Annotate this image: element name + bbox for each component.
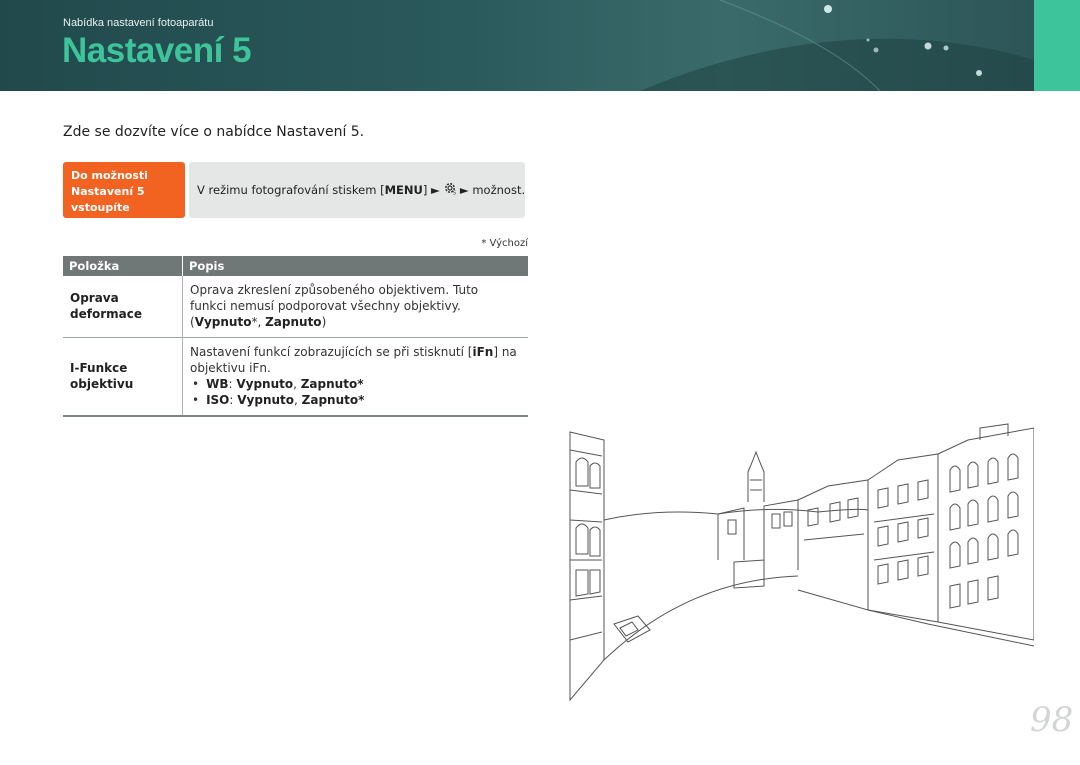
item-name-line1: I-Funkce <box>70 361 128 375</box>
city-street-illustration <box>569 423 1034 702</box>
options-line: (Vypnuto*, Zapnuto) <box>190 315 327 329</box>
access-label-line1: Do možnosti <box>71 169 148 182</box>
access-label-line3: vstoupíte <box>71 201 130 214</box>
page-title: Nastavení 5 <box>62 31 252 70</box>
bullet-item: ISO: Vypnuto, Zapnuto* <box>190 392 520 408</box>
column-header-item: Položka <box>63 256 183 276</box>
menu-key: MENU <box>384 183 423 197</box>
intro-text: Zde se dozvíte více o nabídce Nastavení … <box>63 124 365 140</box>
table-row-description: Nastavení funkcí zobrazujících se při st… <box>182 337 528 417</box>
header-accent-tab <box>1034 0 1080 91</box>
ifn-key: iFn <box>472 345 494 359</box>
table-row: Oprava deformace Oprava zkreslení způsob… <box>63 276 528 338</box>
table-row-description: Oprava zkreslení způsobeného objektivem.… <box>182 276 528 338</box>
desc-line: funkci nemusí podporovat všechny objekti… <box>190 299 461 313</box>
desc-line: objektivu iFn. <box>190 361 271 375</box>
item-name-line2: objektivu <box>70 377 134 391</box>
access-text-prefix: V režimu fotografování stiskem [ <box>197 183 385 197</box>
bullet-item: WB: Vypnuto, Zapnuto* <box>190 376 520 392</box>
settings-table: Položka Popis Oprava deformace Oprava zk… <box>63 256 528 417</box>
option-value: Vypnuto <box>194 315 252 329</box>
header-banner: Nabídka nastavení fotoaparátu Nastavení … <box>0 0 1034 91</box>
gear-icon: 5 <box>443 181 457 199</box>
breadcrumb: Nabídka nastavení fotoaparátu <box>63 17 214 29</box>
option-value: Zapnuto <box>265 315 322 329</box>
desc-line: Oprava zkreslení způsobeného objektivem.… <box>190 283 479 297</box>
default-note: * Výchozí <box>481 238 528 249</box>
access-text-suffix: ► možnost. <box>459 183 526 197</box>
table-row: I-Funkce objektivu Nastavení funkcí zobr… <box>63 337 528 417</box>
item-name-line2: deformace <box>70 307 142 321</box>
table-row-item: I-Funkce objektivu <box>63 337 183 417</box>
desc-line: Nastavení funkcí zobrazujících se při st… <box>190 345 517 359</box>
table-row-item: Oprava deformace <box>63 276 183 338</box>
column-header-description: Popis <box>182 256 528 276</box>
access-label-line2: Nastavení 5 <box>71 185 145 198</box>
access-text-after-menu: ] ► <box>422 183 440 197</box>
page-number: 98 <box>1030 700 1074 740</box>
access-label: Do možnosti Nastavení 5 vstoupíte <box>63 162 185 218</box>
svg-text:5: 5 <box>453 191 456 196</box>
access-instructions: V režimu fotografování stiskem [MENU] ► … <box>189 162 525 218</box>
item-name-line1: Oprava <box>70 291 119 305</box>
